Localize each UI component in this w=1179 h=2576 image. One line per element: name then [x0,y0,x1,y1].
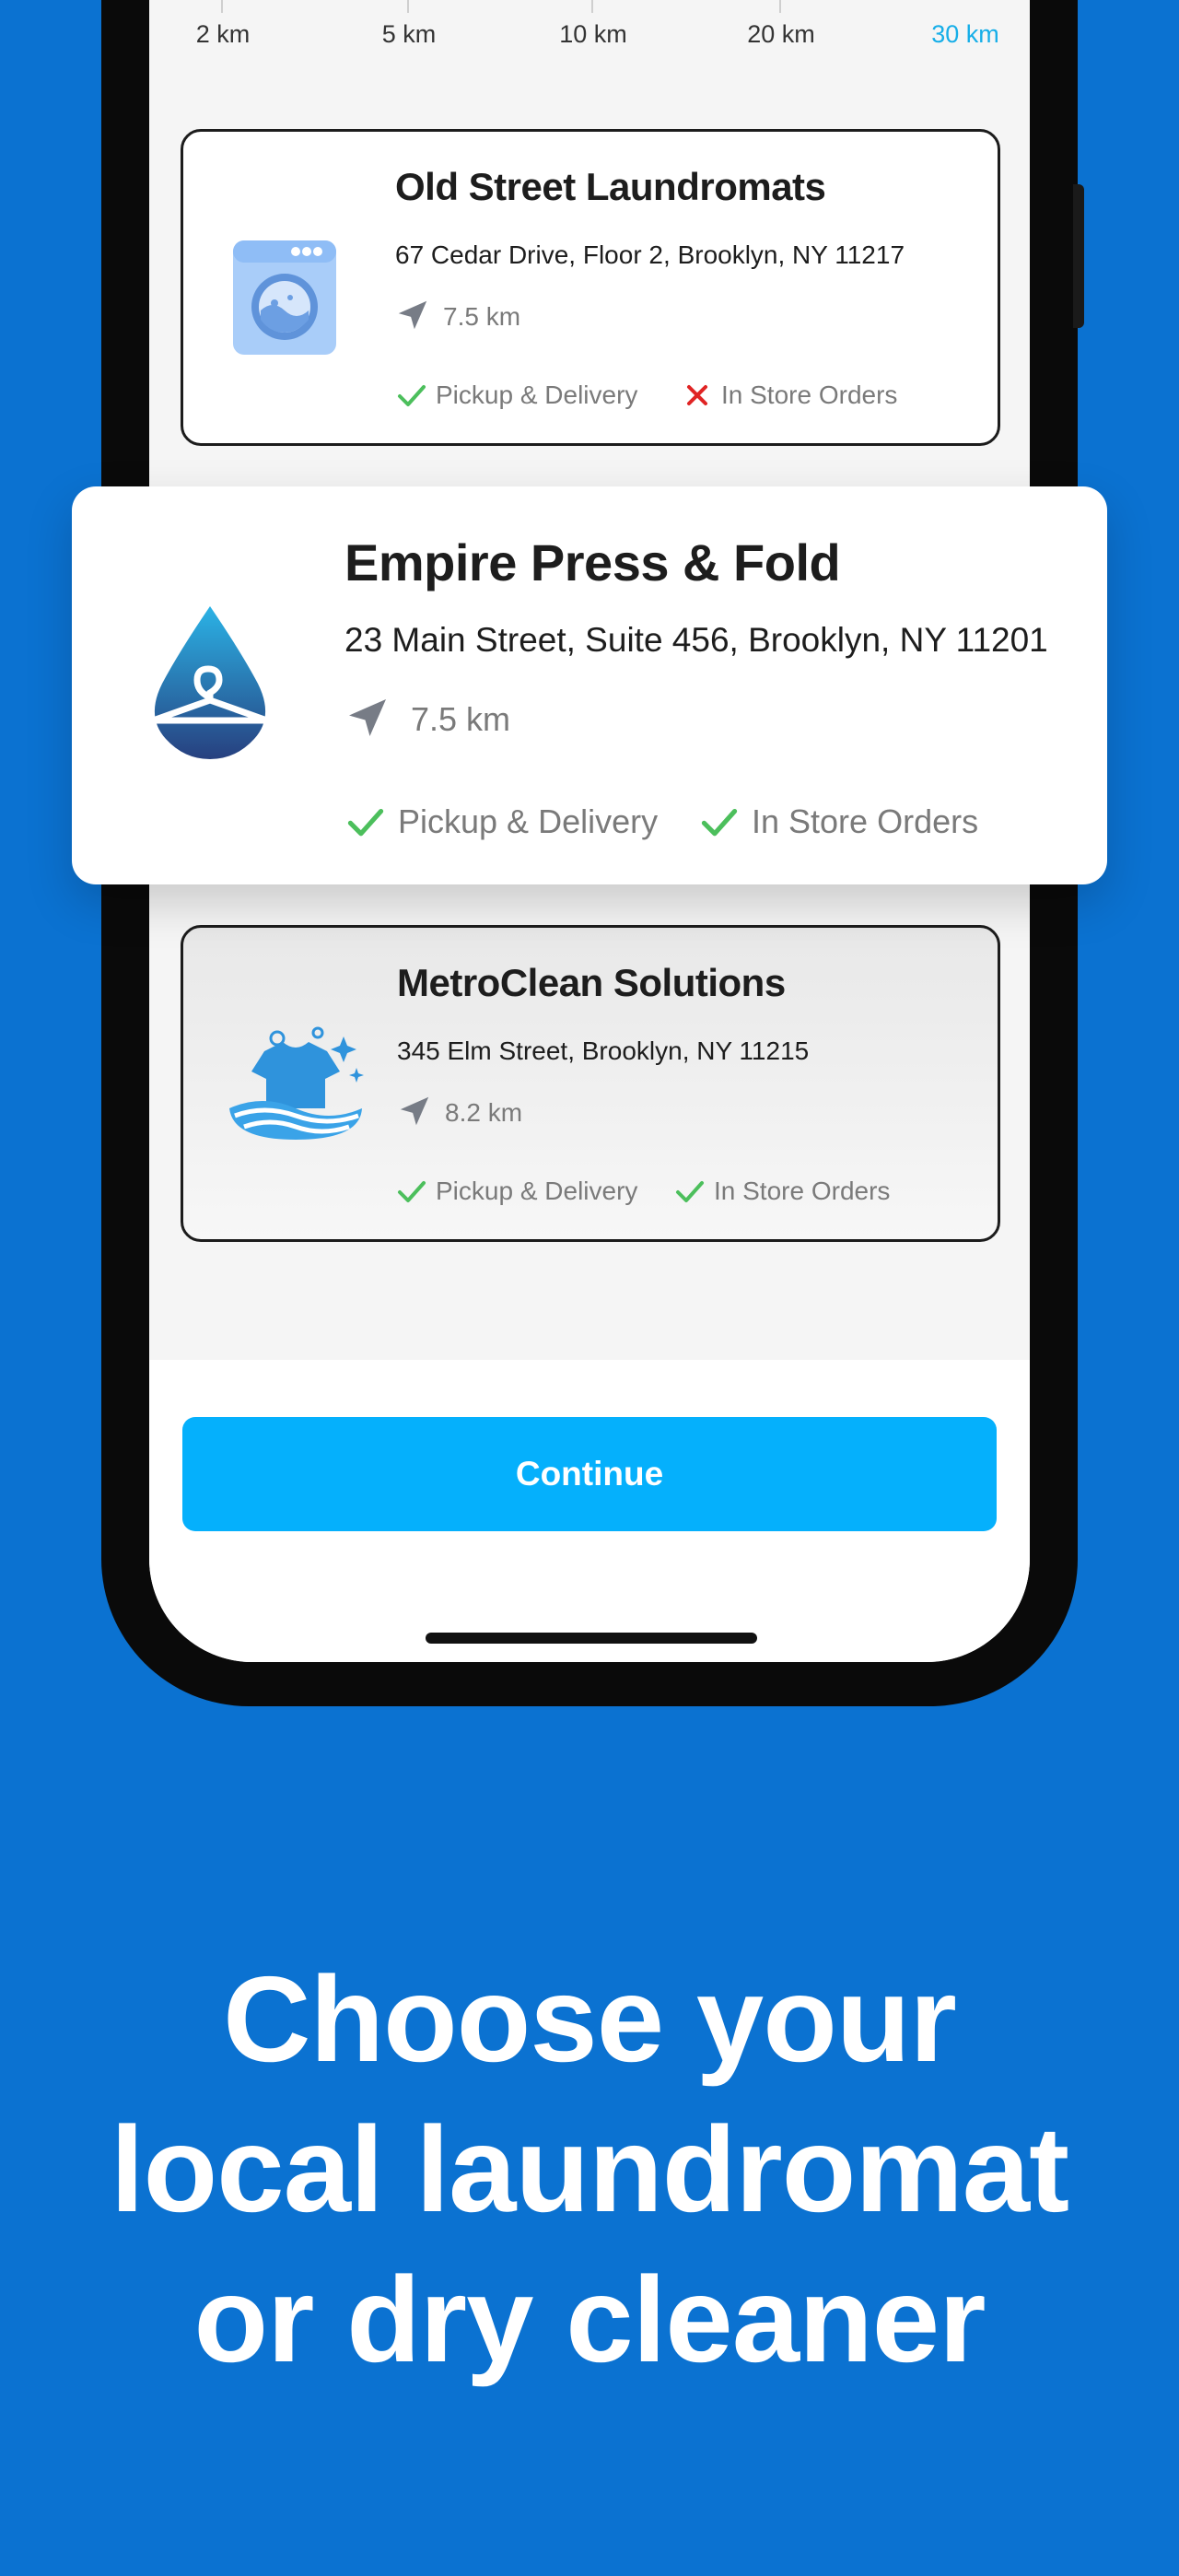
feature-label: Pickup & Delivery [436,1177,638,1205]
shirt-waves-icon [229,1026,364,1140]
continue-button[interactable]: Continue [182,1417,997,1531]
laundromat-distance: 7.5 km [443,302,521,331]
headline-line: Choose your [223,1951,957,2087]
laundromat-name: Old Street Laundromats [395,165,826,208]
feature-in-store-orders: In Store Orders [698,800,978,844]
distance-option-5km[interactable]: 5 km [382,20,437,49]
navigation-arrow-icon [349,699,386,736]
navigation-arrow-icon [400,1096,429,1126]
laundromat-address: 345 Elm Street, Brooklyn, NY 11215 [397,1036,810,1065]
feature-label: In Store Orders [721,381,898,409]
distance-option-2km[interactable]: 2 km [196,20,251,49]
feature-label: In Store Orders [714,1177,891,1205]
washing-machine-icon [233,240,336,355]
check-icon [398,1181,426,1202]
feature-pickup-delivery: Pickup & Delivery [344,800,658,844]
headline-line: local laundromat [110,2102,1069,2237]
laundromat-card-highlighted[interactable]: Empire Press & Fold 23 Main Street, Suit… [72,486,1107,884]
laundromat-card[interactable]: Old Street Laundromats 67 Cedar Drive, F… [181,129,1000,446]
cross-icon [687,385,707,405]
distance-scale[interactable]: 2 km 5 km 10 km 20 km 30 km [149,0,1030,55]
laundromat-card[interactable]: MetroClean Solutions 345 Elm Street, Bro… [181,925,1000,1242]
check-icon [347,808,384,837]
navigation-arrow-icon [398,300,427,330]
feature-label: In Store Orders [752,802,979,840]
laundromat-name: MetroClean Solutions [397,961,786,1004]
check-icon [701,808,738,837]
laundromat-distance: 7.5 km [411,700,511,738]
headline-line: or dry cleaner [193,2252,986,2387]
laundromat-name: Empire Press & Fold [344,533,841,591]
distance-tick [407,0,409,13]
feature-pickup-delivery: Pickup & Delivery [395,379,637,412]
marketing-headline: Choose your local laundromat or dry clea… [0,1944,1179,2395]
feature-label: Pickup & Delivery [398,802,659,840]
distance-tick [779,0,781,13]
laundromat-address: 23 Main Street, Suite 456, Brooklyn, NY … [344,621,1048,659]
phone-side-button [1073,184,1084,328]
home-indicator [426,1633,757,1644]
distance-option-10km[interactable]: 10 km [559,20,627,49]
distance-tick [591,0,593,13]
water-drop-hanger-icon [149,606,271,759]
feature-in-store-orders: In Store Orders [673,1175,890,1208]
feature-label: Pickup & Delivery [436,381,638,409]
app-store-screenshot: 2 km 5 km 10 km 20 km 30 km Old Street L… [0,0,1179,2576]
distance-option-20km[interactable]: 20 km [747,20,815,49]
distance-option-30km[interactable]: 30 km [931,20,999,49]
laundromat-distance: 8.2 km [445,1098,523,1127]
check-icon [676,1181,704,1202]
feature-in-store-orders: In Store Orders [681,379,897,412]
laundromat-address: 67 Cedar Drive, Floor 2, Brooklyn, NY 11… [395,240,905,269]
check-icon [398,385,426,406]
feature-pickup-delivery: Pickup & Delivery [395,1175,637,1208]
distance-tick [221,0,223,13]
